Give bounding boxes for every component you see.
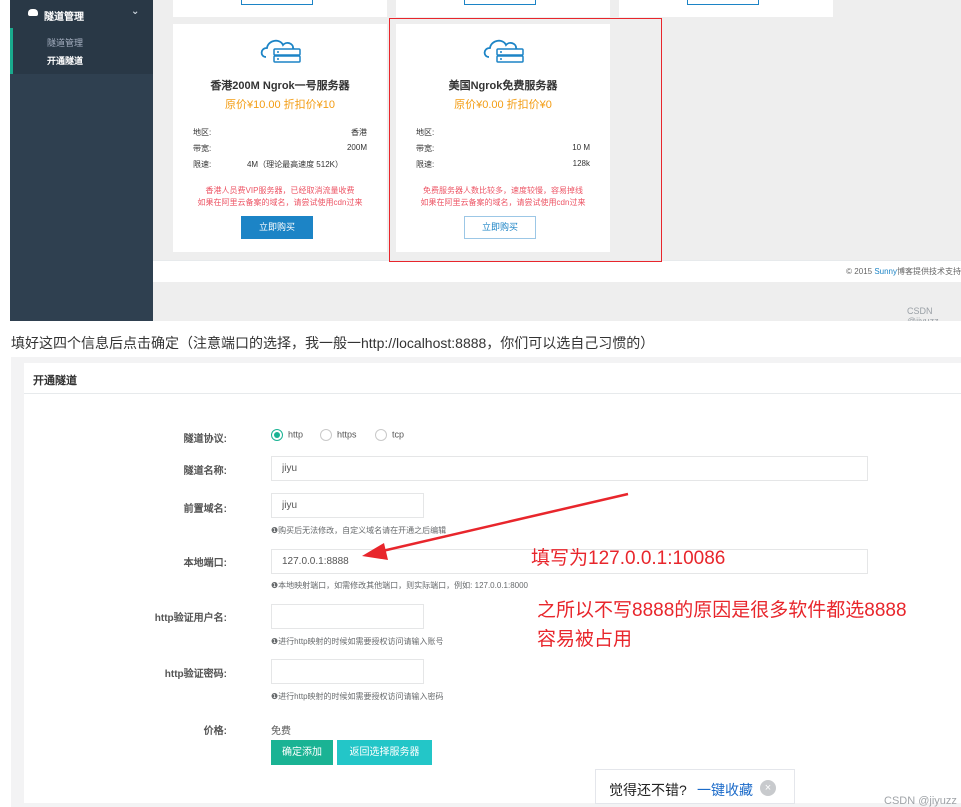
price-value: 免费	[271, 726, 291, 737]
server-card-top	[396, 0, 610, 17]
open-tunnel-panel: 开通隧道 隧道协议: http https tcp 隧道名称: 前置域名: ❶购…	[24, 363, 961, 803]
local-port-label: 本地端口:	[183, 558, 227, 569]
note-line: 香港人员费VIP服务器，已经取消流量收费	[205, 186, 355, 195]
protocol-label: 隧道协议:	[183, 434, 227, 445]
radio-label: https	[337, 429, 357, 440]
radio-https[interactable]: https	[320, 429, 357, 441]
highlight-box	[389, 18, 662, 262]
annotation-port: 填写为127.0.0.1:10086	[531, 548, 726, 569]
panel-title: 开通隧道	[33, 375, 77, 387]
note-line: 如果在阿里云备案的域名，请尝试使用cdn过来	[197, 198, 363, 207]
http-user-input[interactable]	[271, 604, 424, 629]
sidebar: 隧道管理 ⌄ 隧道管理 开通隧道	[10, 0, 153, 321]
radio-icon	[375, 429, 387, 441]
tunnel-name-label: 隧道名称:	[183, 466, 227, 477]
favorite-link[interactable]: 一键收藏	[697, 780, 753, 800]
panel-header: 开通隧道	[24, 363, 961, 394]
sidebar-submenu: 隧道管理 开通隧道	[10, 28, 153, 74]
http-user-help: ❶进行http映射的时候如需要授权访问请输入账号	[271, 637, 444, 646]
back-to-servers-button[interactable]: 返回选择服务器	[337, 740, 432, 765]
radio-tcp[interactable]: tcp	[375, 429, 404, 441]
server-note: 香港人员费VIP服务器，已经取消流量收费 如果在阿里云备案的域名，请尝试使用cdn…	[183, 185, 377, 209]
footer-suffix: 博客提供技术支持	[897, 267, 961, 276]
buy-button-top[interactable]	[241, 0, 313, 5]
spec-key: 限速:	[193, 160, 212, 169]
http-pass-help: ❶进行http映射的时候如需要授权访问请输入密码	[271, 692, 444, 701]
spec-value: 香港	[351, 128, 367, 137]
spec-value: 200M	[346, 143, 367, 152]
sidebar-group-label: 隧道管理	[44, 12, 84, 23]
radio-label: http	[288, 429, 304, 440]
server-cloud-icon	[260, 39, 301, 63]
http-pass-input[interactable]	[271, 659, 424, 684]
instruction-text: 填好这四个信息后点击确定（注意端口的选择，我一般一http://localhos…	[11, 335, 655, 351]
chevron-down-icon: ⌄	[131, 6, 140, 17]
sidebar-item-open[interactable]: 开通隧道	[47, 54, 83, 67]
spec-key: 地区:	[193, 128, 212, 137]
favorite-text: 觉得还不错?	[609, 782, 687, 798]
cloud-icon	[28, 9, 38, 16]
server-title: 香港200M Ngrok一号服务器	[210, 80, 350, 92]
local-port-help: ❶本地映射端口，如需修改其他端口，则实际端口，例如: 127.0.0.1:800…	[271, 581, 528, 590]
domain-help: ❶购买后无法修改，自定义域名请在开通之后编辑	[271, 526, 447, 535]
http-pass-label: http验证密码:	[164, 669, 227, 680]
page-footer: © 2015 Sunny博客提供技术支持	[153, 260, 961, 282]
csdn-watermark: CSDN @jiyuzz	[907, 306, 939, 321]
confirm-add-button[interactable]: 确定添加	[271, 740, 333, 765]
buy-button[interactable]: 立即购买	[241, 216, 313, 239]
annotation-reason: 之所以不写8888的原因是很多软件都选8888	[537, 600, 907, 621]
buy-button-top[interactable]	[687, 0, 759, 5]
radio-icon	[320, 429, 332, 441]
sidebar-item-manage[interactable]: 隧道管理	[47, 36, 83, 49]
close-icon[interactable]: ×	[760, 780, 776, 796]
annotation-reason-2: 容易被占用	[537, 629, 633, 650]
favorite-bar: 觉得还不错? 一键收藏 ×	[595, 769, 795, 804]
server-card-hk: 香港200M Ngrok一号服务器 原价¥10.00 折扣价¥10 地区: 香港 …	[173, 24, 387, 252]
screenshot-open-tunnel: 开通隧道 隧道协议: http https tcp 隧道名称: 前置域名: ❶购…	[11, 357, 961, 807]
server-price: 原价¥10.00 折扣价¥10	[224, 99, 336, 111]
csdn-watermark: CSDN @jiyuzz	[884, 795, 957, 807]
spec-key: 带宽:	[193, 144, 212, 153]
buy-button-top[interactable]	[464, 0, 536, 5]
server-card-top	[173, 0, 387, 17]
radio-http[interactable]: http	[271, 429, 303, 441]
radio-label: tcp	[392, 429, 405, 440]
footer-prefix: © 2015	[846, 267, 875, 276]
domain-input[interactable]	[271, 493, 424, 518]
price-label: 价格:	[203, 726, 227, 737]
spec-value: 4M（理论最高速度 512K）	[246, 160, 343, 169]
footer-brand-link[interactable]: Sunny	[874, 267, 897, 276]
server-card-top	[619, 0, 833, 17]
sidebar-group-tunnel[interactable]: 隧道管理 ⌄	[10, 0, 153, 28]
domain-label: 前置域名:	[183, 504, 227, 515]
tunnel-name-input[interactable]	[271, 456, 868, 481]
http-user-label: http验证用户名:	[154, 613, 227, 624]
footer-text: © 2015 Sunny博客提供技术支持	[846, 266, 961, 277]
radio-checked-icon	[271, 429, 283, 441]
